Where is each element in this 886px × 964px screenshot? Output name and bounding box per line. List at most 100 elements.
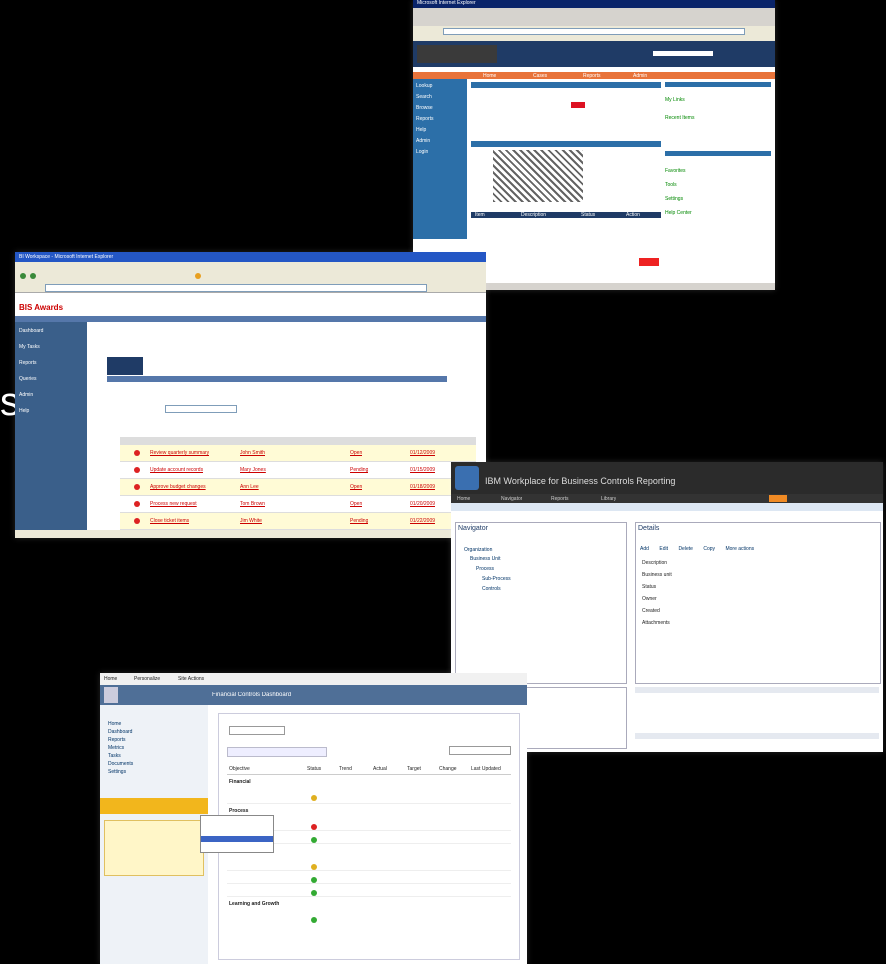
sidebar-item[interactable]: Dashboard bbox=[15, 322, 87, 338]
left-link[interactable]: Tasks bbox=[100, 752, 208, 760]
top-menu[interactable]: Home Personalize Site Actions bbox=[100, 673, 527, 685]
tree-item[interactable]: Process bbox=[456, 564, 626, 574]
cell-b[interactable]: Mary Jones bbox=[240, 467, 266, 473]
cell-d[interactable]: 01/18/2009 bbox=[410, 484, 435, 490]
cell-d[interactable]: 01/15/2009 bbox=[410, 467, 435, 473]
action-add[interactable]: Add bbox=[640, 546, 649, 552]
cell-a[interactable]: Close ticket items bbox=[150, 518, 189, 524]
sidebar-item[interactable]: Admin bbox=[15, 386, 87, 402]
submit-button[interactable] bbox=[639, 258, 659, 266]
left-link[interactable]: Reports bbox=[100, 736, 208, 744]
tree-item[interactable]: Organization bbox=[456, 535, 626, 554]
cell-a[interactable]: Update account records bbox=[150, 467, 203, 473]
nav-item[interactable]: Help bbox=[413, 123, 467, 134]
action-delete[interactable]: Delete bbox=[678, 546, 692, 552]
link[interactable]: Recent Items bbox=[665, 115, 771, 121]
cell-c[interactable]: Open bbox=[350, 450, 362, 456]
context-menu[interactable] bbox=[200, 815, 274, 853]
action-copy[interactable]: Copy bbox=[703, 546, 715, 552]
cell-a[interactable]: Approve budget changes bbox=[150, 484, 206, 490]
cell-c[interactable]: Open bbox=[350, 484, 362, 490]
menu-item-selected[interactable] bbox=[201, 836, 273, 842]
address-bar[interactable] bbox=[413, 26, 775, 35]
cell-b[interactable]: John Smith bbox=[240, 450, 265, 456]
tab-home[interactable]: Home bbox=[483, 73, 496, 79]
search-input[interactable] bbox=[653, 51, 713, 56]
address-bar[interactable] bbox=[15, 283, 486, 293]
toolbar[interactable] bbox=[15, 269, 486, 283]
view-select[interactable] bbox=[229, 726, 285, 735]
link[interactable]: My Links bbox=[665, 97, 771, 103]
left-link[interactable]: Dashboard bbox=[100, 728, 208, 736]
back-icon[interactable] bbox=[20, 273, 26, 279]
tree-item[interactable]: Business Unit bbox=[456, 554, 626, 564]
cell-a[interactable]: Review quarterly summary bbox=[150, 450, 209, 456]
menu-home[interactable]: Home bbox=[104, 676, 117, 682]
nav-tab[interactable]: Navigator bbox=[501, 496, 522, 502]
sidebar-item[interactable]: My Tasks bbox=[15, 338, 87, 354]
tree-item[interactable]: Controls bbox=[456, 584, 626, 594]
left-link[interactable]: Documents bbox=[100, 760, 208, 768]
nav-tab[interactable]: Home bbox=[457, 496, 470, 502]
table-row[interactable]: Update account records Mary Jones Pending 0… bbox=[120, 462, 476, 479]
table-row[interactable]: Review quarterly summary John Smith Open 01… bbox=[120, 445, 476, 462]
link[interactable]: Help Center bbox=[665, 210, 771, 216]
menu-site-actions[interactable]: Site Actions bbox=[178, 676, 204, 682]
cell-c[interactable]: Pending bbox=[350, 518, 368, 524]
tab-reports[interactable]: Reports bbox=[583, 73, 601, 79]
nav-tab[interactable]: Reports bbox=[551, 496, 569, 502]
sidebar-item[interactable]: Queries bbox=[15, 370, 87, 386]
address-input[interactable] bbox=[45, 284, 427, 292]
menu-personalize[interactable]: Personalize bbox=[134, 676, 160, 682]
table-row[interactable]: Approve budget changes Ann Lee Open 01/18/2… bbox=[120, 479, 476, 496]
filter-select[interactable] bbox=[165, 405, 237, 413]
active-tab[interactable] bbox=[769, 495, 787, 502]
panel-header bbox=[635, 687, 879, 693]
diagram-image bbox=[493, 150, 583, 202]
cell-d[interactable]: 01/20/2009 bbox=[410, 501, 435, 507]
action-buttons[interactable] bbox=[227, 747, 327, 757]
left-link[interactable]: Home bbox=[100, 705, 208, 728]
nav-item[interactable]: Lookup bbox=[413, 79, 467, 90]
forward-icon[interactable] bbox=[30, 273, 36, 279]
left-link[interactable]: Metrics bbox=[100, 744, 208, 752]
cell-b[interactable]: Tom Brown bbox=[240, 501, 265, 507]
go-button[interactable] bbox=[571, 102, 585, 108]
nav-item[interactable]: Login bbox=[413, 145, 467, 156]
cell-a[interactable]: Process new request bbox=[150, 501, 197, 507]
nav-item[interactable]: Search bbox=[413, 90, 467, 101]
sidebar-item[interactable]: Reports bbox=[15, 354, 87, 370]
cell-b[interactable]: Jim White bbox=[240, 518, 262, 524]
tree-item[interactable]: Sub-Process bbox=[456, 574, 626, 584]
cell-b[interactable]: Ann Lee bbox=[240, 484, 259, 490]
link[interactable]: Settings bbox=[665, 196, 771, 202]
cell-d[interactable]: 01/22/2009 bbox=[410, 518, 435, 524]
filter-select[interactable] bbox=[449, 746, 511, 755]
sidebar-item[interactable]: Help bbox=[15, 402, 87, 418]
nav-item[interactable]: Reports bbox=[413, 112, 467, 123]
action-edit[interactable]: Edit bbox=[659, 546, 668, 552]
sub-nav[interactable] bbox=[451, 503, 883, 511]
portlet-tabs[interactable] bbox=[107, 376, 447, 382]
table-row[interactable]: Close ticket items Jim White Pending 01/22/… bbox=[120, 513, 476, 530]
cell-c[interactable]: Pending bbox=[350, 467, 368, 473]
tab-cases[interactable]: Cases bbox=[533, 73, 547, 79]
tab-admin[interactable]: Admin bbox=[633, 73, 647, 79]
menu-bar[interactable] bbox=[15, 262, 486, 269]
cell-d[interactable]: 01/12/2009 bbox=[410, 450, 435, 456]
action-more[interactable]: More actions bbox=[725, 546, 754, 552]
nav-item[interactable]: Browse bbox=[413, 101, 467, 112]
left-link[interactable]: Settings bbox=[100, 768, 208, 776]
address-input[interactable] bbox=[443, 28, 745, 35]
link[interactable]: Tools bbox=[665, 182, 771, 188]
cell-c[interactable]: Open bbox=[350, 501, 362, 507]
favorites-icon[interactable] bbox=[195, 273, 201, 279]
app-logo: BIS Awards bbox=[19, 303, 64, 312]
table-row[interactable]: Process new request Tom Brown Open 01/20/20… bbox=[120, 496, 476, 513]
main-nav[interactable]: Home Navigator Reports Library bbox=[451, 494, 883, 503]
tab-strip[interactable]: Home Cases Reports Admin bbox=[413, 72, 775, 79]
menu-bar[interactable] bbox=[413, 8, 775, 16]
nav-item[interactable]: Admin bbox=[413, 134, 467, 145]
link[interactable]: Favorites bbox=[665, 168, 771, 174]
nav-tab[interactable]: Library bbox=[601, 496, 616, 502]
